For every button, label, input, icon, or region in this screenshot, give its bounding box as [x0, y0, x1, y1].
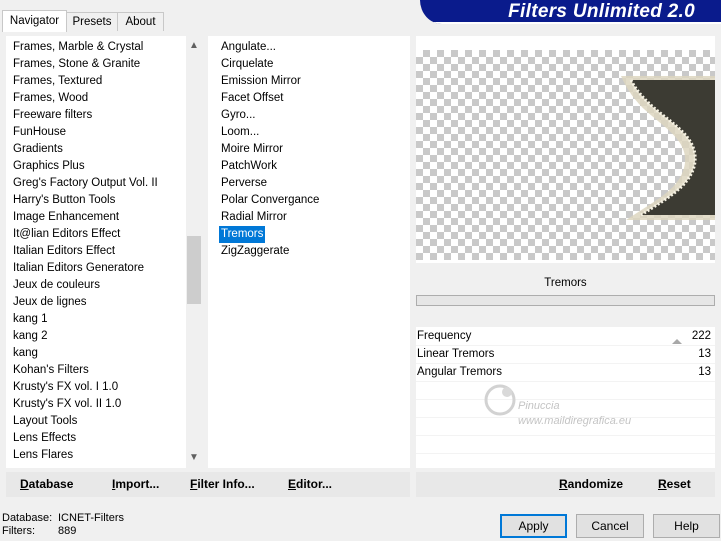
param-empty-row [416, 435, 715, 454]
category-item[interactable]: Frames, Textured [13, 73, 102, 90]
category-item[interactable]: It@lian Editors Effect [13, 226, 120, 243]
editor-button-label: ditor... [296, 477, 333, 491]
banner-stripe [420, 22, 721, 24]
left-action-bar: Database Import... Filter Info... Editor… [6, 472, 410, 497]
category-scrollbar[interactable]: ▲ ▼ [186, 36, 202, 468]
randomize-button[interactable]: Randomize [559, 472, 623, 497]
param-value: 13 [698, 366, 711, 378]
category-item[interactable]: Gradients [13, 141, 63, 158]
filter-list[interactable]: Angulate... Cirquelate Emission Mirror Face… [208, 36, 410, 468]
param-angular-tremors[interactable]: Angular Tremors 13 [416, 363, 715, 382]
status-filters-value: 889 [58, 525, 77, 537]
category-item[interactable]: Jeux de lignes [13, 294, 87, 311]
category-item[interactable]: Image Enhancement [13, 209, 119, 226]
database-button-mnemonic: D [20, 477, 29, 491]
randomize-button-label: andomize [567, 477, 624, 491]
filter-info-button-label: ilter Info... [197, 477, 255, 491]
param-linear-tremors[interactable]: Linear Tremors 13 [416, 345, 715, 364]
category-item[interactable]: Lens Effects [13, 430, 76, 447]
category-item[interactable]: Freeware filters [13, 107, 92, 124]
watermark-url: www.maildiregrafica.eu [518, 415, 632, 427]
filter-item[interactable]: Gyro... [219, 107, 258, 124]
banner-title: Filters Unlimited 2.0 [508, 1, 695, 22]
filter-item[interactable]: PatchWork [219, 158, 279, 175]
watermark-logo-icon [484, 384, 516, 416]
category-item[interactable]: kang [13, 345, 38, 362]
category-item[interactable]: Layout Tools [13, 413, 77, 430]
category-item[interactable]: Kohan's Filters [13, 362, 89, 379]
apply-button[interactable]: Apply [500, 514, 567, 538]
filter-item[interactable]: Moire Mirror [219, 141, 285, 158]
category-item[interactable]: Krusty's FX vol. I 1.0 [13, 379, 118, 396]
status-filters-row: Filters: 889 [2, 525, 124, 538]
tab-about[interactable]: About [117, 12, 164, 31]
database-button-label: atabase [28, 477, 74, 491]
filter-item[interactable]: Loom... [219, 124, 261, 141]
scroll-up-icon[interactable]: ▲ [186, 38, 202, 54]
category-item[interactable]: Jeux de couleurs [13, 277, 100, 294]
param-value: 13 [698, 348, 711, 360]
import-button[interactable]: Import... [112, 472, 159, 497]
help-button[interactable]: Help [653, 514, 720, 538]
scroll-down-icon[interactable]: ▼ [186, 450, 202, 466]
cancel-button[interactable]: Cancel [576, 514, 644, 538]
category-item[interactable]: Frames, Stone & Granite [13, 56, 140, 73]
category-item[interactable]: Italian Editors Generatore [13, 260, 144, 277]
category-item[interactable]: Italian Editors Effect [13, 243, 115, 260]
category-item[interactable]: Krusty's FX vol. II 1.0 [13, 396, 121, 413]
filter-item[interactable]: Angulate... [219, 39, 278, 56]
scroll-thumb[interactable] [187, 236, 201, 304]
parameter-panel: Frequency 222 Linear Tremors 13 Angular … [416, 327, 715, 468]
param-frequency[interactable]: Frequency 222 [416, 327, 715, 346]
category-item[interactable]: kang 2 [13, 328, 48, 345]
tab-presets[interactable]: Presets [66, 12, 118, 31]
randomize-button-mnemonic: R [559, 477, 568, 491]
reset-button[interactable]: Reset [658, 472, 691, 497]
filter-item[interactable]: Facet Offset [219, 90, 285, 107]
status-database-label: Database: [2, 512, 53, 524]
category-item[interactable]: Frames, Wood [13, 90, 88, 107]
status-info: Database: ICNET-Filters Filters: 889 [2, 512, 124, 538]
filter-item[interactable]: Perverse [219, 175, 269, 192]
status-database-value: ICNET-Filters [58, 512, 124, 524]
filter-item[interactable]: Tremors [219, 226, 266, 243]
title-banner: Filters Unlimited 2.0 [420, 0, 721, 24]
progress-bar [416, 295, 715, 306]
param-label: Angular Tremors [417, 366, 503, 378]
watermark-name: Pinuccia [518, 400, 560, 412]
filter-item[interactable]: Cirquelate [219, 56, 275, 73]
import-button-label: mport... [115, 477, 160, 491]
status-database-row: Database: ICNET-Filters [2, 512, 124, 525]
tab-navigator[interactable]: Navigator [2, 10, 67, 32]
preview-image [621, 76, 715, 220]
slider-indicator-icon[interactable] [672, 339, 682, 344]
filter-item[interactable]: Emission Mirror [219, 73, 303, 90]
database-button[interactable]: Database [20, 472, 73, 497]
param-label: Frequency [417, 330, 472, 342]
category-item[interactable]: Frames, Marble & Crystal [13, 39, 143, 56]
current-filter-name: Tremors [416, 271, 715, 295]
filter-item[interactable]: Polar Convergance [219, 192, 321, 209]
category-item[interactable]: Harry's Button Tools [13, 192, 115, 209]
reset-button-mnemonic: R [658, 477, 667, 491]
right-action-bar: Randomize Reset [416, 472, 715, 497]
param-value: 222 [691, 330, 711, 342]
filter-item[interactable]: ZigZaggerate [219, 243, 291, 260]
category-item[interactable]: Lens Flares [13, 447, 73, 464]
editor-button[interactable]: Editor... [288, 472, 332, 497]
preview-window [416, 36, 715, 263]
editor-button-mnemonic: E [288, 477, 297, 491]
filter-info-button[interactable]: Filter Info... [190, 472, 255, 497]
preview-canvas [416, 50, 715, 260]
filter-item[interactable]: Radial Mirror [219, 209, 289, 226]
category-list[interactable]: Frames, Marble & Crystal Frames, Stone & … [6, 36, 202, 468]
param-empty-row [416, 381, 715, 400]
category-item[interactable]: Graphics Plus [13, 158, 85, 175]
param-label: Linear Tremors [417, 348, 495, 360]
category-item[interactable]: kang 1 [13, 311, 48, 328]
status-filters-label: Filters: [2, 525, 35, 537]
reset-button-label: eset [666, 477, 691, 491]
category-item[interactable]: Greg's Factory Output Vol. II [13, 175, 158, 192]
category-item[interactable]: FunHouse [13, 124, 66, 141]
